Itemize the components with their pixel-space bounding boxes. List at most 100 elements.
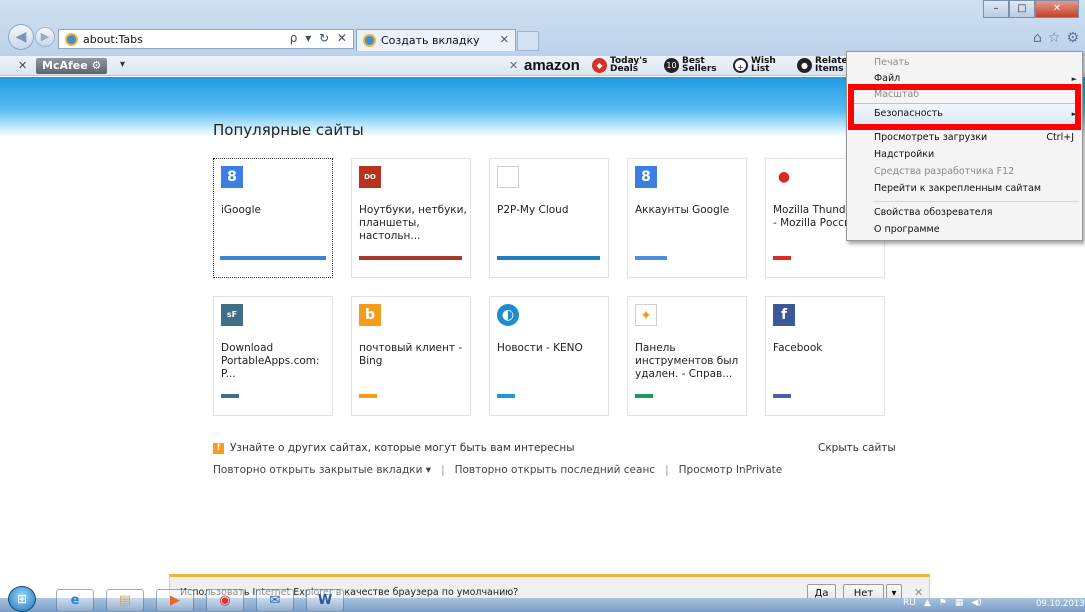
site-tile[interactable]: P2P-My Cloud bbox=[489, 158, 609, 278]
todays-deals-button[interactable]: ◆ Today's Deals bbox=[592, 56, 648, 74]
inprivate-link[interactable]: Просмотр InPrivate bbox=[679, 464, 783, 476]
wish-list-button[interactable]: + Wish List bbox=[733, 56, 787, 74]
suggest-sites-text: Узнайте о других сайтах, которые могут б… bbox=[230, 442, 575, 454]
menu-internet-options[interactable]: Свойства обозревателя bbox=[874, 207, 992, 218]
address-text: about:Tabs bbox=[83, 32, 143, 46]
home-icon[interactable]: ⌂ bbox=[1033, 30, 1042, 46]
menu-pinned-sites[interactable]: Перейти к закрепленным сайтам bbox=[874, 183, 1041, 194]
wish-list-label: Wish List bbox=[751, 56, 776, 74]
tile-label: Аккаунты Google bbox=[635, 204, 730, 216]
address-tools[interactable]: ρ ▾ ↻ ✕ bbox=[290, 31, 349, 45]
menu-print[interactable]: Печать bbox=[874, 57, 910, 68]
tab-label: Создать вкладку bbox=[381, 34, 480, 47]
tab-close-icon[interactable]: ✕ bbox=[500, 33, 509, 46]
toolbar-close-icon[interactable]: ✕ bbox=[18, 59, 27, 72]
reopen-last-session-link[interactable]: Повторно открыть последний сеанс bbox=[455, 464, 655, 476]
site-tile[interactable]: DO Ноутбуки, нетбуки, планшеты, настольн… bbox=[351, 158, 471, 278]
explorer-icon[interactable]: ▤ bbox=[106, 589, 144, 612]
downloads-shortcut: Ctrl+J bbox=[1046, 132, 1074, 143]
media-player-icon[interactable]: ▶ bbox=[156, 589, 194, 612]
tools-menu: Печать Файл ► Масштаб Безопасность ► Про… bbox=[846, 51, 1083, 241]
portableapps-icon: sF bbox=[221, 304, 243, 326]
tile-label: Facebook bbox=[773, 342, 823, 354]
tile-color-bar bbox=[773, 256, 791, 260]
todays-deals-label: Today's Deals bbox=[610, 56, 648, 74]
menu-divider bbox=[873, 201, 1079, 202]
tools-gear-icon[interactable]: ⚙ bbox=[1066, 30, 1079, 46]
highlight-frame bbox=[848, 84, 1081, 130]
ie-tab-icon bbox=[363, 34, 376, 47]
amazon-logo[interactable]: amazon bbox=[524, 57, 580, 74]
reopen-closed-tabs-link[interactable]: Повторно открыть закрытые вкладки ▾ bbox=[213, 464, 431, 476]
mcafee-button[interactable]: McAfee ⚙ bbox=[36, 58, 108, 74]
browser-right-icons: ⌂ ☆ ⚙ bbox=[1033, 30, 1079, 46]
window-controls: – □ ✕ bbox=[983, 0, 1079, 18]
mcafee-dropdown-icon[interactable]: ▾ bbox=[120, 59, 125, 70]
forward-button[interactable]: ▶ bbox=[35, 27, 55, 47]
back-button[interactable]: ◀ bbox=[8, 24, 34, 50]
google-icon: 8 bbox=[635, 166, 657, 188]
tile-color-bar bbox=[773, 394, 791, 398]
tile-color-bar bbox=[220, 256, 326, 260]
amazon-close-icon[interactable]: ✕ bbox=[509, 59, 518, 72]
site-tile[interactable]: 8 Аккаунты Google bbox=[627, 158, 747, 278]
hide-sites-link[interactable]: Скрыть сайты bbox=[818, 442, 896, 454]
site-tile[interactable]: ✦ Панель инструментов был удален. - Спра… bbox=[627, 296, 747, 416]
chrome-icon[interactable]: ◉ bbox=[206, 589, 244, 612]
tab-new-tab[interactable]: Создать вкладку ✕ bbox=[356, 29, 516, 51]
tile-label: iGoogle bbox=[221, 204, 261, 216]
ie-page-icon bbox=[65, 32, 78, 46]
tile-color-bar bbox=[497, 394, 515, 398]
thunderbird-site-icon: ● bbox=[773, 166, 795, 188]
tile-color-bar bbox=[359, 256, 462, 260]
favorites-star-icon[interactable]: ☆ bbox=[1048, 30, 1061, 46]
clock-time: 14:52 bbox=[1048, 589, 1073, 599]
address-bar[interactable]: about:Tabs ρ ▾ ↻ ✕ bbox=[58, 29, 354, 49]
ie-icon[interactable]: e bbox=[56, 589, 94, 612]
google-icon: 8 bbox=[221, 166, 243, 188]
tile-label: P2P-My Cloud bbox=[497, 204, 569, 216]
google-toolbar-icon: ✦ bbox=[635, 304, 657, 326]
minimize-button[interactable]: – bbox=[983, 0, 1009, 18]
site-tile[interactable]: sF Download PortableApps.com: P... bbox=[213, 296, 333, 416]
suggest-sites-link[interactable]: ! Узнайте о других сайтах, которые могут… bbox=[213, 442, 574, 454]
tile-color-bar bbox=[221, 394, 239, 398]
top10-icon: 10 bbox=[664, 57, 679, 73]
menu-view-downloads[interactable]: Просмотреть загрузки bbox=[874, 132, 987, 143]
tray-expand-icon[interactable]: ▲ bbox=[924, 598, 931, 608]
menu-addons[interactable]: Надстройки bbox=[874, 149, 934, 160]
site-tile[interactable]: b почтовый клиент - Bing bbox=[351, 296, 471, 416]
keno-icon: ◐ bbox=[497, 304, 519, 326]
menu-file[interactable]: Файл bbox=[874, 73, 900, 84]
tile-color-bar bbox=[635, 256, 667, 260]
volume-icon[interactable]: ◀) bbox=[971, 598, 981, 608]
start-button[interactable]: ⊞ bbox=[8, 586, 36, 612]
link-separator: | bbox=[665, 464, 669, 476]
suggest-sites-icon: ! bbox=[213, 442, 224, 454]
close-window-button[interactable]: ✕ bbox=[1035, 0, 1079, 18]
site-tile[interactable]: ◐ Новости - KENO bbox=[489, 296, 609, 416]
new-tab-button[interactable] bbox=[517, 31, 539, 51]
tile-label: Ноутбуки, нетбуки, планшеты, настольн... bbox=[359, 204, 467, 242]
word-icon[interactable]: W bbox=[306, 589, 344, 612]
thunderbird-icon[interactable]: ✉ bbox=[256, 589, 294, 612]
tile-label: Download PortableApps.com: P... bbox=[221, 342, 320, 380]
menu-devtools[interactable]: Средства разработчика F12 bbox=[874, 166, 1014, 177]
language-indicator[interactable]: RU bbox=[903, 598, 916, 608]
tag-icon: ◆ bbox=[592, 57, 607, 73]
flag-icon[interactable]: ⚑ bbox=[939, 598, 947, 608]
menu-about[interactable]: О программе bbox=[874, 224, 940, 235]
network-icon[interactable]: ▦ bbox=[955, 598, 964, 608]
tile-label: Новости - KENO bbox=[497, 342, 583, 354]
maximize-button[interactable]: □ bbox=[1009, 0, 1035, 18]
site-tile[interactable]: f Facebook bbox=[765, 296, 885, 416]
site-tile[interactable]: 8 iGoogle bbox=[213, 158, 333, 278]
best-sellers-button[interactable]: 10 Best Sellers bbox=[664, 57, 718, 74]
submenu-arrow-icon: ► bbox=[1071, 75, 1077, 83]
related-icon: ● bbox=[797, 57, 812, 73]
page-title: Популярные сайты bbox=[213, 121, 364, 139]
tile-color-bar bbox=[497, 256, 600, 260]
related-items-button[interactable]: ● Related Items bbox=[797, 57, 854, 74]
clock-date: 09.10.2013 bbox=[1036, 599, 1085, 609]
clock[interactable]: 14:52 09.10.2013 bbox=[1036, 589, 1085, 609]
